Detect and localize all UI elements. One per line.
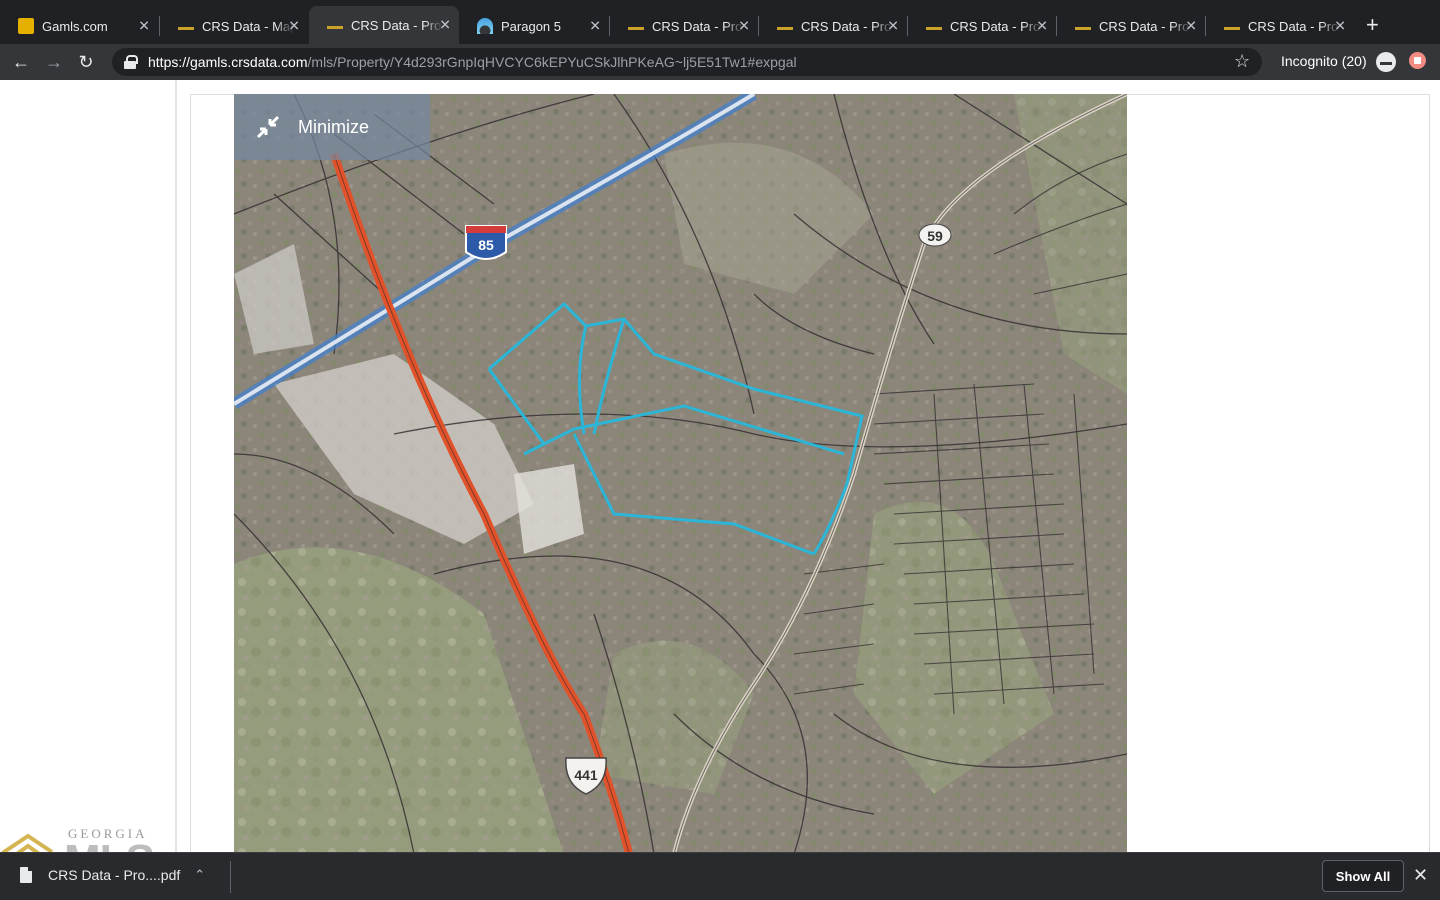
url-host: https://gamls.crsdata.com bbox=[148, 54, 308, 70]
crs-data-icon bbox=[777, 18, 793, 34]
close-icon[interactable]: ✕ bbox=[439, 17, 451, 34]
tab-crs-data-property[interactable]: CRS Data - Pro ✕ bbox=[610, 8, 758, 44]
extension-icon[interactable] bbox=[1409, 52, 1426, 69]
route-59-shield: 59 bbox=[918, 223, 952, 247]
aerial-map: 85 59 441 bbox=[234, 94, 1127, 854]
crs-data-icon bbox=[327, 17, 343, 33]
close-icon[interactable]: ✕ bbox=[1413, 865, 1428, 886]
tab-crs-data-map[interactable]: CRS Data - Map ✕ bbox=[160, 8, 308, 44]
tab-title: CRS Data - Pro bbox=[801, 18, 892, 34]
close-icon[interactable]: ✕ bbox=[288, 18, 300, 35]
tab-title: Gamls.com bbox=[42, 18, 108, 34]
minimize-button[interactable]: Minimize bbox=[234, 94, 430, 160]
crs-data-icon bbox=[178, 18, 194, 34]
tab-title: CRS Data - Pro bbox=[950, 18, 1041, 34]
tab-crs-data-property-active[interactable]: CRS Data - Pro ✕ bbox=[309, 6, 459, 44]
property-map-image[interactable]: 85 59 441 bbox=[234, 94, 1127, 854]
crs-data-icon bbox=[1075, 18, 1091, 34]
close-icon[interactable]: ✕ bbox=[1334, 18, 1346, 35]
gamls-icon bbox=[18, 18, 34, 34]
close-icon[interactable]: ✕ bbox=[1036, 18, 1048, 35]
tab-title: Paragon 5 bbox=[501, 18, 561, 34]
close-icon[interactable]: ✕ bbox=[738, 18, 750, 35]
page-content: 85 59 441 Minimize bbox=[0, 80, 1440, 854]
tab-title: CRS Data - Pro bbox=[1248, 18, 1339, 34]
minimize-label: Minimize bbox=[298, 116, 370, 137]
close-icon[interactable]: ✕ bbox=[589, 18, 601, 35]
crs-data-icon bbox=[1224, 18, 1240, 34]
paragon-icon bbox=[477, 18, 493, 34]
browser-tab-strip: Gamls.com ✕ CRS Data - Map ✕ CRS Data - … bbox=[0, 0, 1440, 44]
sidebar-divider bbox=[175, 80, 177, 852]
left-sidebar bbox=[0, 80, 175, 852]
tab-crs-data-property[interactable]: CRS Data - Pro ✕ bbox=[759, 8, 907, 44]
close-icon[interactable]: ✕ bbox=[887, 18, 899, 35]
tab-title: CRS Data - Map bbox=[202, 18, 294, 34]
close-icon[interactable]: ✕ bbox=[138, 18, 150, 35]
bookmark-star-icon[interactable]: ☆ bbox=[1234, 51, 1250, 72]
tab-crs-data-property[interactable]: CRS Data - Pro ✕ bbox=[1057, 8, 1205, 44]
crs-data-icon bbox=[628, 18, 644, 34]
show-all-button[interactable]: Show All bbox=[1322, 860, 1404, 892]
url-path: /mls/Property/Y4d293rGnpIqHVCYC6kEPYuCSk… bbox=[307, 54, 797, 70]
tab-gamls[interactable]: Gamls.com ✕ bbox=[0, 8, 158, 44]
browser-toolbar: ← → ↻ https://gamls.crsdata.com/mls/Prop… bbox=[0, 44, 1440, 80]
download-file-name: CRS Data - Pro....pdf bbox=[48, 867, 181, 883]
lock-icon bbox=[124, 55, 138, 69]
us-441-label: 441 bbox=[574, 767, 598, 783]
chevron-up-icon[interactable]: ⌃ bbox=[194, 867, 205, 883]
download-bar: CRS Data - Pro....pdf ⌃ Show All ✕ bbox=[0, 852, 1440, 900]
tab-paragon[interactable]: Paragon 5 ✕ bbox=[459, 8, 609, 44]
incognito-icon[interactable] bbox=[1376, 52, 1396, 72]
interstate-85-shield: 85 bbox=[465, 225, 507, 260]
address-bar[interactable]: https://gamls.crsdata.com/mls/Property/Y… bbox=[112, 48, 1262, 76]
crs-data-icon bbox=[926, 18, 942, 34]
interstate-label: 85 bbox=[478, 237, 494, 253]
tab-crs-data-property[interactable]: CRS Data - Pro ✕ bbox=[908, 8, 1056, 44]
minimize-arrows-icon bbox=[256, 115, 280, 139]
tab-crs-data-property[interactable]: CRS Data - Pro ✕ bbox=[1206, 8, 1354, 44]
tab-title: CRS Data - Pro bbox=[652, 18, 743, 34]
back-arrow-icon[interactable]: ← bbox=[9, 50, 33, 74]
incognito-label[interactable]: Incognito (20) bbox=[1281, 53, 1367, 69]
route-59-label: 59 bbox=[927, 228, 943, 244]
reload-icon[interactable]: ↻ bbox=[74, 50, 98, 74]
new-tab-plus-icon[interactable]: + bbox=[1366, 12, 1379, 38]
file-icon bbox=[20, 867, 32, 883]
tab-title: CRS Data - Pro bbox=[351, 17, 442, 33]
download-divider bbox=[230, 861, 231, 893]
forward-arrow-icon[interactable]: → bbox=[42, 50, 66, 74]
download-item[interactable]: CRS Data - Pro....pdf ⌃ bbox=[20, 867, 205, 883]
tab-title: CRS Data - Pro bbox=[1099, 18, 1190, 34]
close-icon[interactable]: ✕ bbox=[1185, 18, 1197, 35]
